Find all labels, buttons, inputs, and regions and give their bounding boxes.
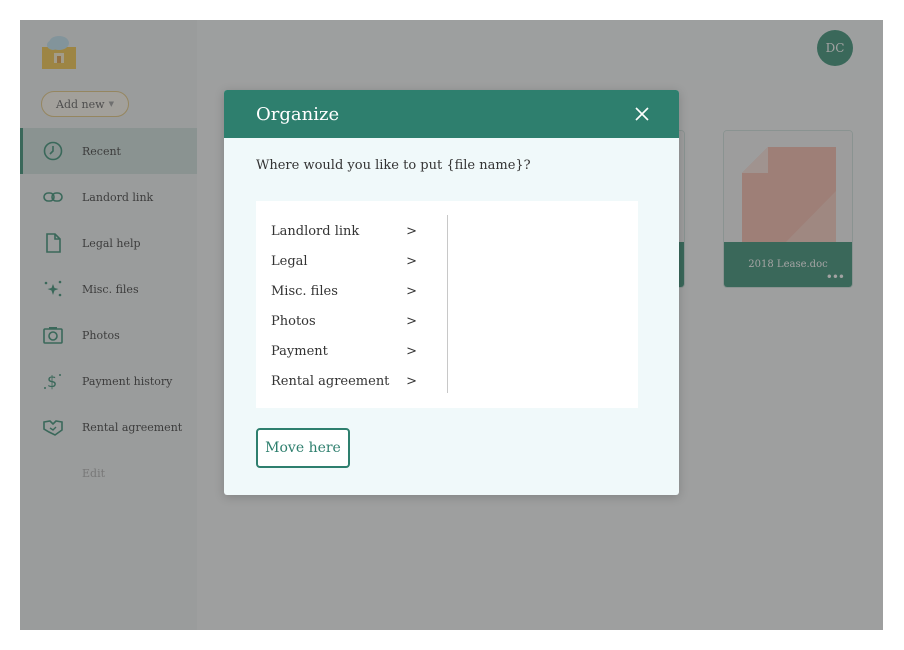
dialog-title: Organize [256,103,340,125]
folder-picker: Landlord link > Legal > Misc. files > Ph… [256,201,638,408]
chevron-right-icon: > [406,283,417,299]
chevron-right-icon: > [406,253,417,269]
dialog-header: Organize [224,90,679,138]
folder-label: Legal [271,253,308,269]
folder-item-photos[interactable]: Photos > [271,306,447,336]
folder-item-misc-files[interactable]: Misc. files > [271,276,447,306]
folder-item-landlord-link[interactable]: Landlord link > [271,216,447,246]
folder-item-rental-agreement[interactable]: Rental agreement > [271,366,447,396]
organize-dialog: Organize Where would you like to put {fi… [224,90,679,495]
close-icon[interactable] [633,105,651,123]
folder-label: Rental agreement [271,373,390,389]
folder-label: Payment [271,343,328,359]
folder-item-legal[interactable]: Legal > [271,246,447,276]
dialog-question: Where would you like to put {file name}? [256,158,531,173]
folder-label: Landlord link [271,223,360,239]
folder-label: Misc. files [271,283,338,299]
column-divider [447,215,448,393]
folder-item-payment[interactable]: Payment > [271,336,447,366]
folder-label: Photos [271,313,316,329]
chevron-right-icon: > [406,223,417,239]
chevron-right-icon: > [406,313,417,329]
folder-list: Landlord link > Legal > Misc. files > Ph… [271,216,447,396]
chevron-right-icon: > [406,373,417,389]
chevron-right-icon: > [406,343,417,359]
move-here-button[interactable]: Move here [256,428,350,468]
